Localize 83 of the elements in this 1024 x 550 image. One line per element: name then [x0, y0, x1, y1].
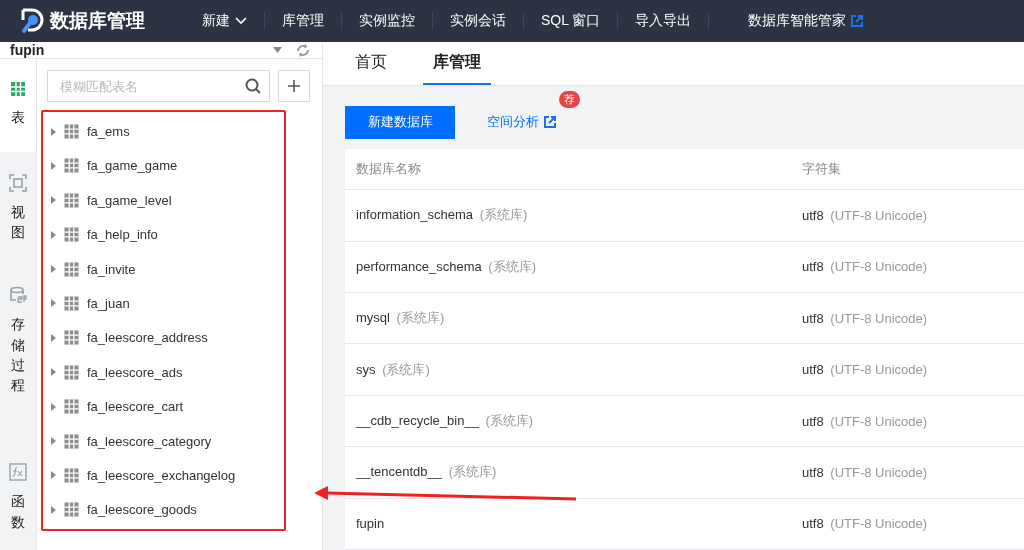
tree-item[interactable]: fa_leescore_address: [87, 330, 208, 346]
tree-item[interactable]: fa_juan: [87, 295, 130, 311]
sidebar-tab[interactable]: 函数: [0, 413, 36, 550]
app-title: 数据库管理: [50, 9, 145, 33]
database-sp-icon: [9, 286, 27, 305]
nav-item[interactable]: 库管理: [265, 12, 342, 30]
external-link-icon: [851, 15, 864, 27]
tree-item[interactable]: fa_game_game: [87, 158, 178, 174]
table-icon: [64, 261, 79, 277]
nav-item[interactable]: 新建: [185, 12, 265, 30]
table-icon: [64, 467, 79, 483]
table-icon: [64, 158, 79, 174]
table-icon: [64, 295, 79, 311]
tree-item[interactable]: fa_leescore_exchangelog: [87, 467, 236, 483]
nav-item[interactable]: 实例监控: [342, 12, 433, 30]
grid-icon: [10, 81, 26, 98]
expand-arrow-icon[interactable]: [51, 333, 56, 342]
table-cell-text: utf8 (UTF-8 Unicode): [801, 259, 929, 275]
sidebar-tab[interactable]: 存储过程: [0, 260, 36, 414]
column-header: 字符集: [801, 160, 842, 179]
table-icon: [64, 433, 79, 449]
search-icon[interactable]: [245, 78, 261, 95]
table-icon: [64, 330, 79, 346]
expand-arrow-icon[interactable]: [51, 127, 56, 136]
nav-item[interactable]: 导入导出: [618, 12, 710, 30]
nav-item[interactable]: 实例会话: [433, 12, 524, 30]
chevron-down-icon: [235, 17, 247, 25]
frame-icon: [9, 173, 27, 192]
table-cell-text: utf8 (UTF-8 Unicode): [801, 464, 929, 480]
external-link-icon: [544, 116, 556, 129]
table-cell-text: fupin: [355, 516, 386, 532]
tree-item[interactable]: fa_ems: [87, 124, 130, 139]
table-cell-text: performance_schema (系统库): [355, 257, 538, 276]
expand-arrow-icon[interactable]: [51, 196, 56, 205]
table-cell-text: utf8 (UTF-8 Unicode): [801, 207, 929, 223]
expand-arrow-icon[interactable]: [51, 299, 56, 308]
table-cell-text: utf8 (UTF-8 Unicode): [801, 413, 929, 429]
nav-item[interactable]: SQL 窗口: [524, 12, 619, 30]
add-button[interactable]: [278, 70, 310, 103]
table-icon: [64, 364, 79, 380]
tab[interactable]: 首页: [345, 42, 397, 85]
logo-icon: [20, 8, 44, 34]
nav-item[interactable]: 数据库智能管家: [731, 12, 881, 30]
expand-arrow-icon[interactable]: [51, 230, 56, 239]
tree-item[interactable]: fa_help_info: [87, 227, 158, 243]
table-icon: [64, 502, 79, 518]
search-field[interactable]: 模糊匹配表名: [47, 70, 270, 103]
tree-item[interactable]: fa_leescore_goods: [87, 502, 197, 518]
table-cell-text: utf8 (UTF-8 Unicode): [801, 362, 929, 378]
table-icon: [64, 124, 79, 139]
sidebar-tab[interactable]: 视图: [0, 151, 36, 261]
tree-item[interactable]: fa_leescore_category: [87, 433, 212, 449]
table-cell-text: __tencentdb__ (系统库): [354, 463, 498, 482]
recommend-badge: 荐: [559, 91, 580, 109]
plus-icon: [288, 80, 300, 93]
refresh-icon[interactable]: [296, 42, 310, 58]
table-cell-text: utf8 (UTF-8 Unicode): [801, 516, 929, 532]
expand-arrow-icon[interactable]: [51, 161, 56, 170]
column-header: 数据库名称: [355, 160, 422, 179]
caret-down-icon[interactable]: [273, 47, 282, 54]
function-icon: [9, 463, 27, 482]
table-cell-text: sys (系统库): [355, 360, 431, 379]
table-cell-text: information_schema (系统库): [355, 206, 529, 225]
expand-arrow-icon[interactable]: [51, 505, 56, 514]
table-cell-text: mysql (系统库): [355, 309, 446, 328]
sidebar-tab[interactable]: 表: [0, 59, 36, 152]
table-cell-text: __cdb_recycle_bin__ (系统库): [354, 412, 535, 430]
expand-arrow-icon[interactable]: [51, 437, 56, 446]
table-icon: [64, 399, 79, 415]
expand-arrow-icon[interactable]: [51, 471, 56, 480]
expand-arrow-icon[interactable]: [51, 368, 56, 377]
tree-item[interactable]: fa_leescore_cart: [87, 399, 184, 415]
tree-item[interactable]: fa_invite: [87, 261, 136, 277]
expand-arrow-icon[interactable]: [51, 265, 56, 274]
tab[interactable]: 库管理: [423, 42, 491, 85]
table-icon: [64, 192, 79, 208]
tree-item[interactable]: fa_game_level: [87, 192, 172, 208]
table-cell-text: utf8 (UTF-8 Unicode): [801, 310, 929, 326]
expand-arrow-icon[interactable]: [51, 402, 56, 411]
database-selector[interactable]: fupin: [10, 42, 259, 59]
table-icon: [64, 227, 79, 243]
create-database-button[interactable]: 新建数据库: [345, 105, 455, 139]
tree-item[interactable]: fa_leescore_ads: [87, 364, 183, 380]
